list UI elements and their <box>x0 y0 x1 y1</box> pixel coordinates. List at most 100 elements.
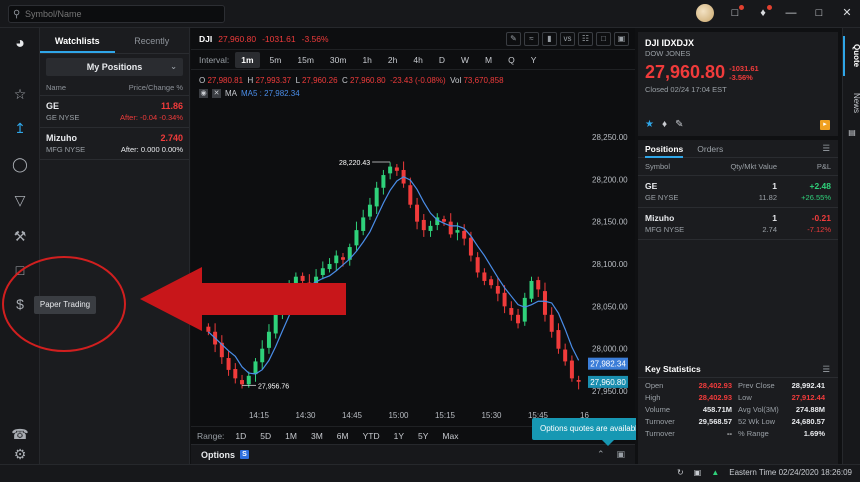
tab-quote[interactable]: Quote <box>843 36 860 76</box>
remove-icon[interactable]: ✕ <box>212 89 221 98</box>
window-controls: □ ♦ — □ ✕ <box>696 4 854 22</box>
quote-price: 27,960.80 <box>645 62 726 82</box>
stat-value: 274.88M <box>795 405 825 414</box>
refresh-icon[interactable]: ↻ <box>677 468 684 477</box>
eye-icon[interactable]: ◉ <box>199 89 208 98</box>
exchange: GE NYSE <box>645 193 679 202</box>
price-chart[interactable]: 28,250.00 28,200.00 28,150.00 28,100.00 28,0… <box>191 70 635 426</box>
watchlist-select[interactable]: My Positions ⌄ <box>46 58 183 76</box>
interval-d[interactable]: D <box>433 52 451 68</box>
range-1y[interactable]: 1Y <box>389 431 409 441</box>
headset-icon[interactable]: ☎ <box>10 424 30 444</box>
menu-icon[interactable]: ☰ <box>822 360 830 378</box>
tab-news[interactable]: News <box>843 86 860 120</box>
draw-pencil-icon[interactable]: ✎ <box>506 32 521 46</box>
watchlist-star-icon[interactable]: ☆ <box>10 84 30 104</box>
tab-orders[interactable]: Orders <box>697 144 723 154</box>
chart-line-icon[interactable]: ↥ <box>10 118 30 138</box>
range-1m[interactable]: 1M <box>280 431 302 441</box>
interval-w[interactable]: W <box>455 52 475 68</box>
indicator-icon[interactable]: ≈ <box>524 32 539 46</box>
options-bar[interactable]: Options S ⌃ ▣ <box>191 444 635 464</box>
interval-y[interactable]: Y <box>525 52 543 68</box>
compare-icon[interactable]: vs <box>560 32 575 46</box>
y-tick-label: 28,200.00 <box>592 175 628 184</box>
ma-label: MA <box>225 89 237 98</box>
price-tag-label: 27,982.34 <box>590 360 626 369</box>
nav-rail: ◕ ☆ ↥ ◯ ▽ ⚒ □ $ ☎ ⚙ <box>0 28 40 464</box>
interval-2h[interactable]: 2h <box>382 52 403 68</box>
candle-type-icon[interactable]: ▮ <box>542 32 557 46</box>
candle-body <box>455 230 460 233</box>
open-value: 27,980.81 <box>207 76 244 85</box>
position-row-mizuho[interactable]: Mizuho MFG NYSE 1 2.74 -0.21 -7.12% <box>638 208 838 240</box>
popout-icon[interactable]: ▣ <box>616 449 625 460</box>
range-3m[interactable]: 3M <box>306 431 328 441</box>
panel-icon[interactable]: ▤ <box>843 128 860 144</box>
tab-positions[interactable]: Positions <box>645 140 684 158</box>
watchlist-panel: Watchlists Recently My Positions ⌄ Name … <box>40 28 190 464</box>
watchlist-tabs: Watchlists Recently <box>40 28 189 54</box>
tab-watchlists[interactable]: Watchlists <box>40 28 115 53</box>
candle-body <box>334 255 339 264</box>
search-input[interactable] <box>25 9 215 19</box>
range-ytd[interactable]: YTD <box>358 431 385 441</box>
col-price-change[interactable]: Price/Change % <box>129 83 183 92</box>
range-max[interactable]: Max <box>437 431 463 441</box>
stat-value: 29,568.57 <box>698 417 732 426</box>
minimize-icon[interactable]: — <box>784 6 798 20</box>
stat-value: 27,912.44 <box>791 393 825 402</box>
bell-icon[interactable]: ♦ <box>756 5 772 20</box>
list-item-ge[interactable]: GE 11.86 GE NYSE After: -0.04 -0.34% <box>40 96 189 128</box>
expand-up-icon[interactable]: ⌃ <box>597 449 605 460</box>
interval-5m[interactable]: 5m <box>264 52 288 68</box>
close-icon[interactable]: ✕ <box>840 6 854 20</box>
candle-body <box>374 187 379 207</box>
maximize-icon[interactable]: □ <box>812 6 826 20</box>
interval-m[interactable]: M <box>479 52 498 68</box>
range-6m[interactable]: 6M <box>332 431 354 441</box>
candle-body <box>441 219 446 222</box>
interval-1h[interactable]: 1h <box>356 52 377 68</box>
position-row-ge[interactable]: GE GE NYSE 1 11.82 +2.48 +26.55% <box>638 176 838 208</box>
avatar[interactable] <box>696 4 714 22</box>
stat-label: Prev Close <box>738 381 775 390</box>
range-5y[interactable]: 5Y <box>413 431 433 441</box>
interval-15m[interactable]: 15m <box>291 52 320 68</box>
list-item-mizuho[interactable]: Mizuho 2.740 MFG NYSE After: 0.000 0.00% <box>40 128 189 160</box>
key-statistics-title: Key Statistics ☰ <box>638 360 838 378</box>
chart-toolbar: ✎ ≈ ▮ vs ☷ □ ▣ <box>506 32 629 46</box>
candle-body <box>502 292 507 307</box>
globe-icon[interactable]: ◯ <box>10 154 30 174</box>
range-1d[interactable]: 1D <box>230 431 251 441</box>
symbol: Mizuho <box>46 133 77 143</box>
filter-icon[interactable]: ▽ <box>10 190 30 210</box>
lock-icon[interactable]: ▣ <box>694 468 702 477</box>
gavel-icon[interactable]: ⚒ <box>10 226 30 246</box>
message-icon[interactable]: □ <box>728 5 744 20</box>
interval-4h[interactable]: 4h <box>407 52 428 68</box>
y-tick-label: 28,250.00 <box>592 133 628 142</box>
candle-body <box>394 167 399 171</box>
interval-q[interactable]: Q <box>502 52 521 68</box>
settings-gear-icon[interactable]: ⚙ <box>10 444 30 464</box>
tab-recently[interactable]: Recently <box>115 28 190 53</box>
layout-icon[interactable]: ☷ <box>578 32 593 46</box>
menu-icon[interactable]: ☰ <box>822 143 830 154</box>
fullscreen-icon[interactable]: ▣ <box>614 32 629 46</box>
candle-body <box>415 204 420 222</box>
alert-bell-icon[interactable]: ♦ <box>662 119 667 130</box>
star-icon[interactable]: ★ <box>645 119 654 130</box>
window-icon[interactable]: □ <box>596 32 611 46</box>
range-5d[interactable]: 5D <box>255 431 276 441</box>
candle-body <box>226 358 231 370</box>
interval-1m[interactable]: 1m <box>235 51 260 68</box>
y-tick-label: 28,100.00 <box>592 260 628 269</box>
chart-change-pct: -3.56% <box>301 33 329 44</box>
interval-30m[interactable]: 30m <box>324 52 353 68</box>
note-edit-icon[interactable]: ✎ <box>675 119 683 130</box>
chart-change: -1031.61 <box>262 33 296 44</box>
chart-header: DJI 27,960.80 -1031.61 -3.56% ✎ ≈ ▮ vs ☷… <box>191 28 635 50</box>
search-box[interactable]: ⚲ <box>8 5 225 23</box>
forward-icon[interactable]: ▸ <box>820 120 830 130</box>
